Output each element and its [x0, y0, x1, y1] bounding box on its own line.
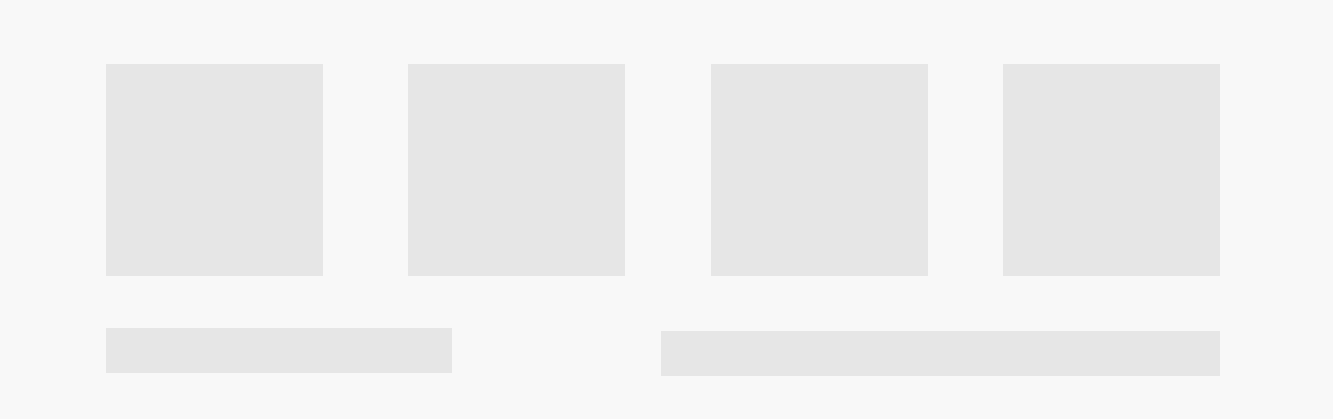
skeleton-bar-left: [106, 328, 452, 373]
skeleton-tile-1: [106, 64, 323, 276]
skeleton-tile-2: [408, 64, 625, 276]
skeleton-tile-4: [1003, 64, 1220, 276]
skeleton-bar-right: [661, 331, 1220, 376]
skeleton-tile-3: [711, 64, 928, 276]
